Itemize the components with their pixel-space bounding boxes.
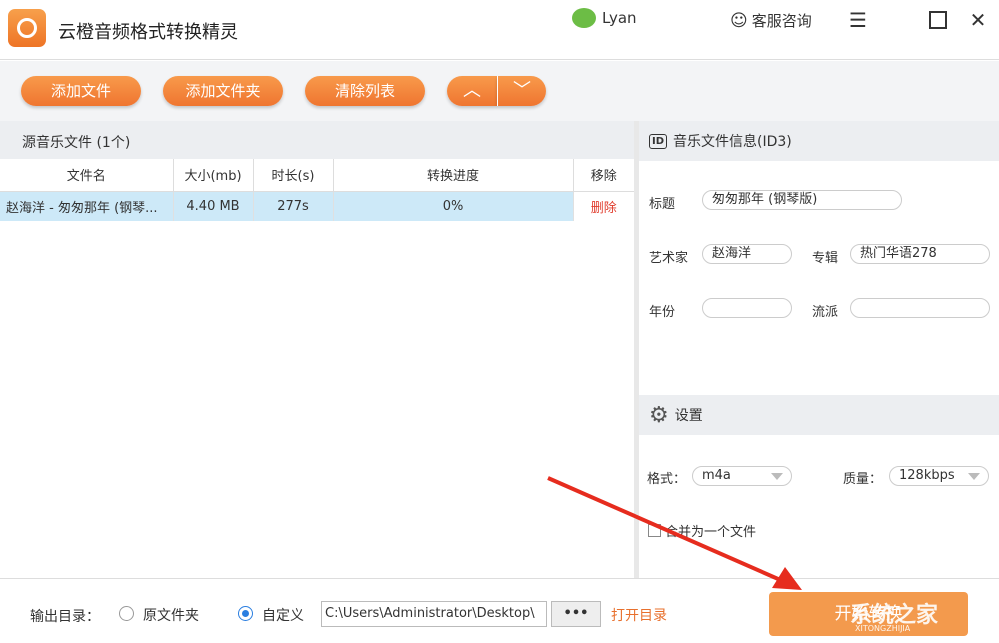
col-filename: 文件名: [0, 159, 173, 191]
settings-header: ⚙ 设置: [639, 395, 999, 435]
id3-header: ID 音乐文件信息(ID3): [639, 121, 999, 161]
original-folder-radio[interactable]: [119, 606, 134, 621]
col-size: 大小(mb): [173, 159, 253, 191]
clear-list-button[interactable]: 清除列表: [305, 76, 425, 106]
output-label: 输出目录：: [30, 606, 100, 626]
cell-size: 4.40 MB: [173, 191, 253, 221]
file-list-header: 源音乐文件 (1个): [0, 121, 634, 159]
year-label: 年份: [649, 301, 675, 320]
artist-label: 艺术家: [649, 247, 688, 266]
watermark-sub: XITONGZHIJIA: [855, 624, 910, 633]
title-label: 标题: [649, 193, 675, 212]
dropdown-arrow-icon: [968, 473, 980, 480]
open-folder-link[interactable]: 打开目录: [611, 605, 667, 625]
user-name: Lyan: [602, 9, 637, 27]
menu-icon[interactable]: ☰: [846, 8, 870, 32]
album-input[interactable]: 热门华语278: [850, 244, 990, 264]
col-progress: 转换进度: [333, 159, 573, 191]
col-remove: 移除: [573, 159, 634, 191]
file-table: 文件名大小(mb)时长(s)转换进度移除 赵海洋 - 匆匆那年 (钢琴...4.…: [0, 159, 634, 221]
settings-title: 设置: [675, 405, 703, 425]
add-file-button[interactable]: 添加文件: [21, 76, 141, 106]
quality-select[interactable]: 128kbps: [889, 466, 989, 486]
output-path-input[interactable]: C:\Users\Administrator\Desktop\: [321, 601, 547, 627]
move-down-button[interactable]: ﹀: [497, 76, 546, 106]
add-folder-button[interactable]: 添加文件夹: [163, 76, 283, 106]
custom-folder-label: 自定义: [262, 605, 304, 625]
artist-input[interactable]: 赵海洋: [702, 244, 792, 264]
table-row[interactable]: 赵海洋 - 匆匆那年 (钢琴...4.40 MB277s0%删除: [0, 191, 634, 221]
year-input[interactable]: [702, 298, 792, 318]
col-duration: 时长(s): [253, 159, 333, 191]
maximize-icon[interactable]: [926, 8, 950, 32]
chevron-up-icon: ︿: [463, 80, 481, 101]
id-icon: ID: [649, 134, 667, 149]
browse-button[interactable]: •••: [551, 601, 601, 627]
service-label: 客服咨询: [752, 10, 812, 31]
customer-service-button[interactable]: ☺客服咨询: [730, 10, 812, 31]
cell-duration: 277s: [253, 191, 333, 221]
red-arrow-annotation: [540, 470, 810, 600]
close-icon[interactable]: ✕: [966, 8, 990, 32]
delete-link[interactable]: 删除: [573, 191, 634, 221]
title-input[interactable]: 匆匆那年 (钢琴版): [702, 190, 902, 210]
gear-icon: ⚙: [649, 403, 669, 428]
quality-value: 128kbps: [899, 468, 955, 483]
app-title: 云橙音频格式转换精灵: [58, 18, 238, 44]
cell-filename: 赵海洋 - 匆匆那年 (钢琴...: [0, 191, 173, 221]
album-label: 专辑: [812, 247, 838, 266]
original-folder-label: 原文件夹: [143, 605, 199, 625]
chevron-down-icon: ﹀: [513, 80, 531, 101]
custom-folder-radio[interactable]: [238, 606, 253, 621]
user-account[interactable]: Lyan: [572, 8, 637, 28]
genre-input[interactable]: [850, 298, 990, 318]
genre-label: 流派: [812, 301, 838, 320]
cell-progress: 0%: [333, 191, 573, 221]
move-up-button[interactable]: ︿: [447, 76, 497, 106]
smiley-icon: ☺: [730, 11, 748, 31]
quality-label: 质量：: [843, 468, 882, 487]
app-logo-icon: [8, 9, 46, 47]
wechat-icon: [572, 8, 596, 28]
id3-title: 音乐文件信息(ID3): [673, 131, 792, 151]
